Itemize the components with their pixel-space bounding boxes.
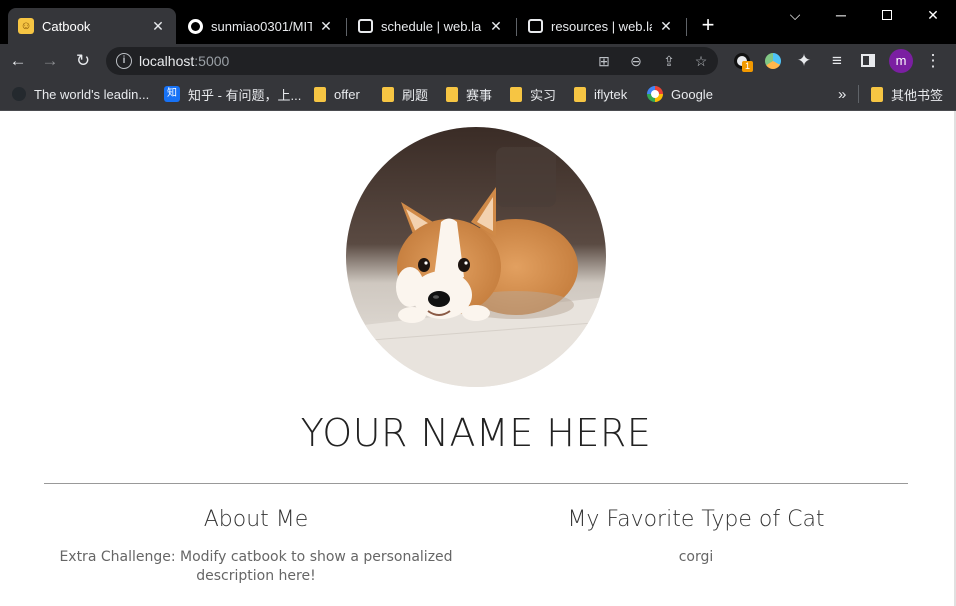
favorite-cat-value: corgi <box>678 549 714 565</box>
about-me-title: About Me <box>203 507 309 532</box>
bookmarks-bar: The world's leadin... 知知乎 - 有问题，上... off… <box>0 78 956 111</box>
site-info-icon[interactable]: i <box>116 53 132 69</box>
bookmark-folder[interactable]: 刷题 <box>382 84 428 104</box>
bookmarks-separator <box>858 85 859 103</box>
share-icon[interactable]: ⇪ <box>659 51 679 71</box>
forward-icon[interactable]: → <box>38 49 62 73</box>
side-panel-icon[interactable] <box>856 49 880 73</box>
menu-icon[interactable]: ⋮ <box>921 49 945 73</box>
avatar[interactable]: m <box>889 49 913 73</box>
tab-strip: ☺ Catbook ✕ sunmiao0301/MIT ✕ schedule |… <box>0 0 956 44</box>
tab-separator <box>686 18 687 36</box>
bookmark-item[interactable]: Google <box>647 84 713 104</box>
bookmark-item[interactable]: 知知乎 - 有问题，上... <box>164 84 301 104</box>
maximize-icon[interactable] <box>864 0 910 30</box>
bookmark-star-icon[interactable]: ☆ <box>691 51 711 71</box>
folder-icon <box>314 86 326 102</box>
reading-list-icon[interactable]: ≡ <box>825 49 849 73</box>
close-icon[interactable]: ✕ <box>658 18 674 34</box>
github-icon <box>188 18 203 34</box>
tab-title: Catbook <box>42 18 91 34</box>
cat-face-icon: ☺ <box>18 18 34 34</box>
zhihu-icon: 知 <box>164 86 180 102</box>
folder-icon <box>382 86 394 102</box>
github-icon <box>12 87 26 101</box>
other-bookmarks-folder[interactable]: 其他书签 <box>871 84 943 104</box>
address-bar[interactable]: i localhost:5000 ⊞ ⊖ ⇪ ☆ <box>106 47 718 75</box>
about-me-section: About Me Extra Challenge: Modify catbook… <box>41 507 471 586</box>
reload-icon[interactable]: ↻ <box>71 49 95 73</box>
divider <box>44 483 908 484</box>
page-content: YOUR NAME HERE About Me Extra Challenge:… <box>0 111 956 606</box>
corgi-photo <box>346 127 606 387</box>
tab-catbook[interactable]: ☺ Catbook ✕ <box>8 8 176 44</box>
close-window-icon[interactable]: ✕ <box>910 0 956 30</box>
tab-resources[interactable]: resources | web.lab ✕ <box>518 8 684 44</box>
bookmark-folder[interactable]: offer <box>314 84 360 104</box>
favorite-cat-title: My Favorite Type of Cat <box>567 507 825 532</box>
close-icon[interactable]: ✕ <box>150 18 166 34</box>
puzzle-icon[interactable]: ✦ <box>792 49 816 73</box>
tab-schedule[interactable]: schedule | web.lab ✕ <box>348 8 514 44</box>
weblab-icon <box>528 19 543 33</box>
extension-badge: 1 <box>742 61 753 72</box>
folder-icon <box>446 86 458 102</box>
bookmark-folder[interactable]: 实习 <box>510 84 556 104</box>
folder-icon <box>574 86 586 102</box>
back-icon[interactable]: ← <box>6 49 30 73</box>
close-icon[interactable]: ✕ <box>318 18 334 34</box>
tab-search-icon[interactable]: ⌵ <box>772 0 818 30</box>
google-icon <box>647 86 663 102</box>
tab-title: sunmiao0301/MIT <box>211 18 312 34</box>
favorite-cat-section: My Favorite Type of Cat corgi <box>481 507 911 567</box>
minimize-icon[interactable]: ─ <box>818 0 864 30</box>
tab-title: resources | web.lab <box>551 18 652 34</box>
close-icon[interactable]: ✕ <box>488 18 504 34</box>
bookmark-folder[interactable]: 赛事 <box>446 84 492 104</box>
tab-github[interactable]: sunmiao0301/MIT ✕ <box>178 8 344 44</box>
new-tab-icon[interactable]: + <box>696 14 720 38</box>
url-text: localhost:5000 <box>139 53 230 69</box>
profile-name: YOUR NAME HERE <box>300 411 652 455</box>
toolbar: ← → ↻ i localhost:5000 ⊞ ⊖ ⇪ ☆ 1 ✦ ≡ ⋮ <box>0 44 956 78</box>
tab-title: schedule | web.lab <box>381 18 482 34</box>
tab-separator <box>346 18 347 36</box>
colorful-extension-icon[interactable] <box>761 49 785 73</box>
weblab-icon <box>358 19 373 33</box>
tab-separator <box>516 18 517 36</box>
zoom-icon[interactable]: ⊖ <box>626 51 646 71</box>
bookmark-item[interactable]: The world's leadin... <box>12 84 149 104</box>
about-me-text: Extra Challenge: Modify catbook to show … <box>59 549 453 584</box>
bookmarks-overflow-button[interactable]: » <box>838 84 846 104</box>
translate-icon[interactable]: ⊞ <box>594 51 614 71</box>
extension-icon[interactable]: 1 <box>730 49 754 73</box>
folder-icon <box>871 86 883 102</box>
bookmark-folder[interactable]: iflytek <box>574 84 627 104</box>
folder-icon <box>510 86 522 102</box>
profile-picture <box>346 127 606 387</box>
